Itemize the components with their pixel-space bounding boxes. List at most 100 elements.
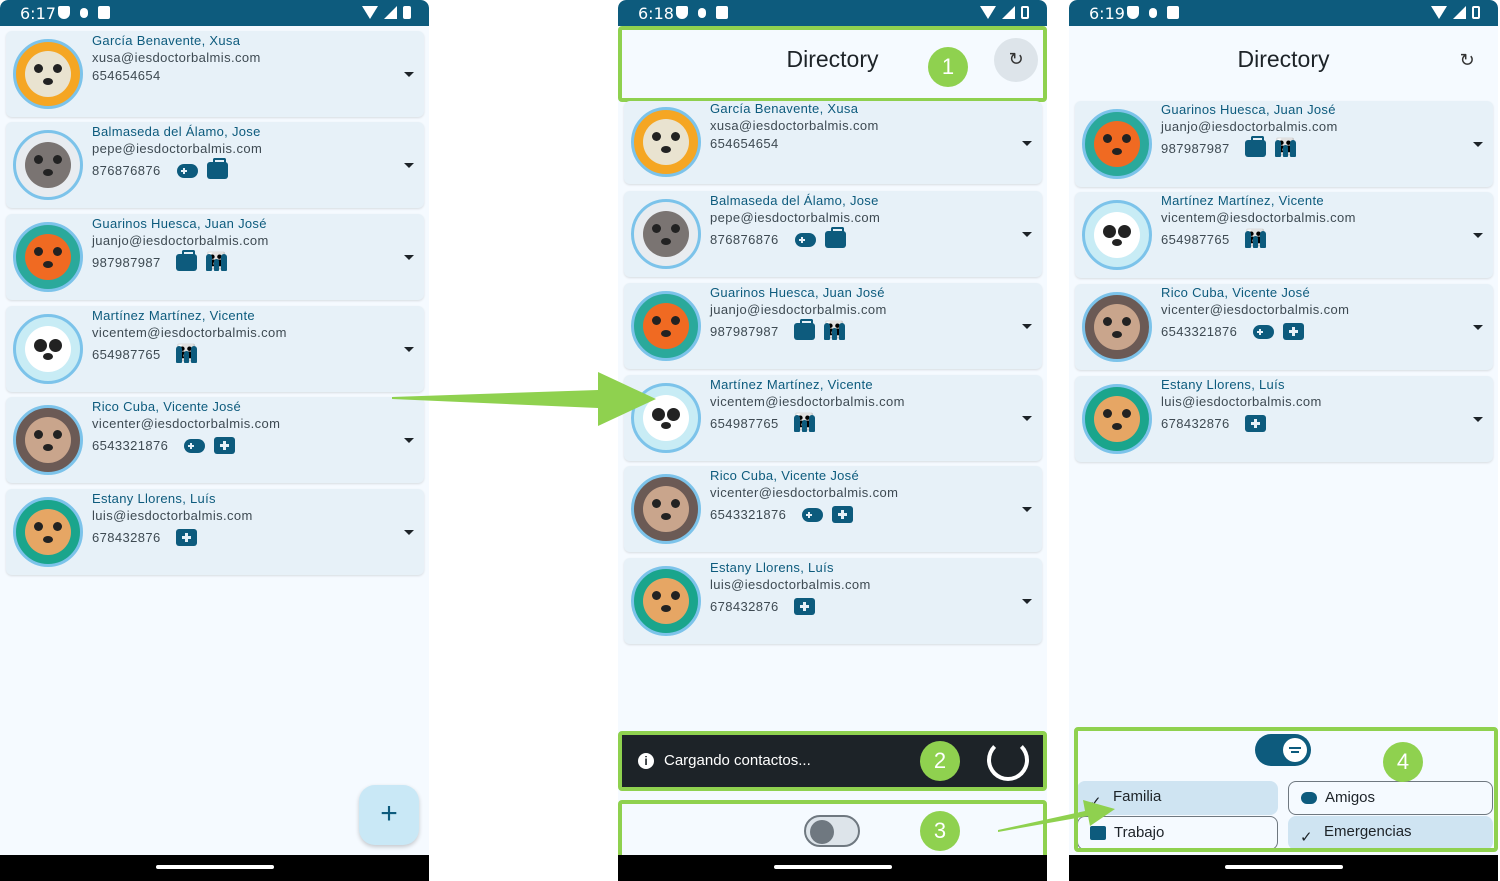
signal-icon bbox=[384, 6, 397, 19]
fox-avatar bbox=[13, 222, 83, 292]
sd-card-icon bbox=[1167, 6, 1179, 19]
chevron-down-icon[interactable] bbox=[404, 255, 414, 260]
family-icon bbox=[794, 412, 815, 432]
chevron-down-icon[interactable] bbox=[1022, 416, 1032, 421]
chevron-down-icon[interactable] bbox=[1022, 324, 1032, 329]
monkey-avatar bbox=[13, 405, 83, 475]
fox-avatar bbox=[631, 291, 701, 361]
contact-email: vicenter@iesdoctorbalmis.com bbox=[710, 485, 899, 500]
step-badge: 4 bbox=[1383, 742, 1423, 782]
medical-icon bbox=[794, 598, 815, 615]
medical-icon bbox=[832, 506, 853, 523]
chevron-down-icon[interactable] bbox=[404, 438, 414, 443]
contact-email: vicentem@iesdoctorbalmis.com bbox=[710, 394, 905, 409]
chevron-down-icon[interactable] bbox=[1022, 507, 1032, 512]
contact-name: Martínez Martínez, Vicente bbox=[1161, 193, 1324, 208]
contact-card[interactable]: Martínez Martínez, Vicente vicentem@iesd… bbox=[1075, 192, 1493, 278]
contact-phone: 678432876 bbox=[1161, 416, 1230, 431]
contact-name: Estany Llorens, Luís bbox=[710, 560, 834, 575]
gamepad-icon bbox=[177, 164, 198, 178]
contact-phone: 876876876 bbox=[710, 232, 779, 247]
wifi-icon bbox=[980, 6, 996, 19]
contact-card[interactable]: Rico Cuba, Vicente José vicenter@iesdoct… bbox=[624, 466, 1042, 552]
highlight-box bbox=[1074, 727, 1498, 852]
shield-icon bbox=[676, 6, 688, 19]
medical-icon bbox=[176, 529, 197, 546]
contact-card[interactable]: Estany Llorens, Luís luis@iesdoctorbalmi… bbox=[624, 558, 1042, 644]
chevron-down-icon[interactable] bbox=[404, 530, 414, 535]
location-icon bbox=[698, 8, 706, 18]
chevron-down-icon[interactable] bbox=[404, 163, 414, 168]
contact-name: Estany Llorens, Luís bbox=[92, 491, 216, 506]
contact-card[interactable]: Balmaseda del Álamo, Jose pepe@iesdoctor… bbox=[624, 191, 1042, 277]
medical-icon bbox=[214, 437, 235, 454]
contact-phone: 654654654 bbox=[92, 68, 161, 83]
wolf-avatar bbox=[13, 130, 83, 200]
medical-icon bbox=[1245, 415, 1266, 432]
chevron-down-icon[interactable] bbox=[1473, 233, 1483, 238]
contact-phone: 6543321876 bbox=[1161, 324, 1238, 339]
contact-email: vicenter@iesdoctorbalmis.com bbox=[1161, 302, 1350, 317]
screen-initial-list: 6:17 García Benavente, Xusa xusa@iesdoct… bbox=[0, 0, 429, 881]
contact-card[interactable]: Rico Cuba, Vicente José vicenter@iesdoct… bbox=[6, 397, 424, 483]
contact-email: vicentem@iesdoctorbalmis.com bbox=[92, 325, 287, 340]
contact-card[interactable]: García Benavente, Xusa xusa@iesdoctorbal… bbox=[6, 31, 424, 117]
owl-avatar bbox=[631, 107, 701, 177]
contact-phone: 6543321876 bbox=[92, 438, 169, 453]
briefcase-icon bbox=[825, 227, 846, 248]
contact-name: Guarinos Huesca, Juan José bbox=[92, 216, 267, 231]
contact-card[interactable]: Martínez Martínez, Vicente vicentem@iesd… bbox=[624, 375, 1042, 461]
navigation-bar bbox=[1069, 855, 1498, 881]
contact-name: Guarinos Huesca, Juan José bbox=[710, 285, 885, 300]
contact-card[interactable]: Guarinos Huesca, Juan José juanjo@iesdoc… bbox=[1075, 101, 1493, 187]
contact-name: Rico Cuba, Vicente José bbox=[92, 399, 242, 414]
chevron-down-icon[interactable] bbox=[1022, 232, 1032, 237]
contact-phone: 6543321876 bbox=[710, 507, 787, 522]
contact-card[interactable]: Estany Llorens, Luís luis@iesdoctorbalmi… bbox=[1075, 376, 1493, 462]
wifi-icon bbox=[1431, 6, 1447, 19]
contact-phone: 678432876 bbox=[92, 530, 161, 545]
location-icon bbox=[1149, 8, 1157, 18]
chevron-down-icon[interactable] bbox=[1022, 141, 1032, 146]
navigation-bar bbox=[618, 855, 1047, 881]
briefcase-icon bbox=[207, 158, 228, 179]
owl-avatar bbox=[13, 39, 83, 109]
home-handle[interactable] bbox=[773, 865, 892, 869]
chevron-down-icon[interactable] bbox=[1473, 325, 1483, 330]
contact-name: Martínez Martínez, Vicente bbox=[710, 377, 873, 392]
contact-card[interactable]: García Benavente, Xusa xusa@iesdoctorbal… bbox=[624, 101, 1042, 184]
contact-name: Martínez Martínez, Vicente bbox=[92, 308, 255, 323]
chevron-down-icon[interactable] bbox=[404, 72, 414, 77]
contact-card[interactable]: Estany Llorens, Luís luis@iesdoctorbalmi… bbox=[6, 489, 424, 575]
medical-icon bbox=[1283, 323, 1304, 340]
home-handle[interactable] bbox=[1224, 865, 1343, 869]
contact-card[interactable]: Balmaseda del Álamo, Jose pepe@iesdoctor… bbox=[6, 122, 424, 208]
contact-name: García Benavente, Xusa bbox=[92, 33, 241, 48]
kangaroo-avatar bbox=[631, 566, 701, 636]
contact-name: García Benavente, Xusa bbox=[710, 101, 859, 116]
panda-avatar bbox=[631, 383, 701, 453]
navigation-bar bbox=[0, 855, 429, 881]
chevron-down-icon[interactable] bbox=[1473, 417, 1483, 422]
kangaroo-avatar bbox=[13, 497, 83, 567]
contact-card[interactable]: Martínez Martínez, Vicente vicentem@iesd… bbox=[6, 306, 424, 392]
contact-email: juanjo@iesdoctorbalmis.com bbox=[710, 302, 887, 317]
contact-email: vicenter@iesdoctorbalmis.com bbox=[92, 416, 281, 431]
chevron-down-icon[interactable] bbox=[1022, 599, 1032, 604]
chevron-down-icon[interactable] bbox=[404, 347, 414, 352]
contact-card[interactable]: Rico Cuba, Vicente José vicenter@iesdoct… bbox=[1075, 284, 1493, 370]
location-icon bbox=[80, 8, 88, 18]
briefcase-icon bbox=[176, 250, 197, 271]
family-icon bbox=[824, 320, 845, 340]
refresh-icon[interactable]: ↻ bbox=[1445, 39, 1489, 83]
home-handle[interactable] bbox=[155, 865, 274, 869]
contact-email: pepe@iesdoctorbalmis.com bbox=[92, 141, 263, 156]
gamepad-icon bbox=[802, 508, 823, 522]
briefcase-icon bbox=[1245, 136, 1266, 157]
contact-email: luis@iesdoctorbalmis.com bbox=[92, 508, 253, 523]
add-contact-button[interactable]: + bbox=[359, 785, 419, 845]
chevron-down-icon[interactable] bbox=[1473, 142, 1483, 147]
contact-card[interactable]: Guarinos Huesca, Juan José juanjo@iesdoc… bbox=[624, 283, 1042, 369]
wifi-icon bbox=[362, 6, 378, 19]
contact-card[interactable]: Guarinos Huesca, Juan José juanjo@iesdoc… bbox=[6, 214, 424, 300]
